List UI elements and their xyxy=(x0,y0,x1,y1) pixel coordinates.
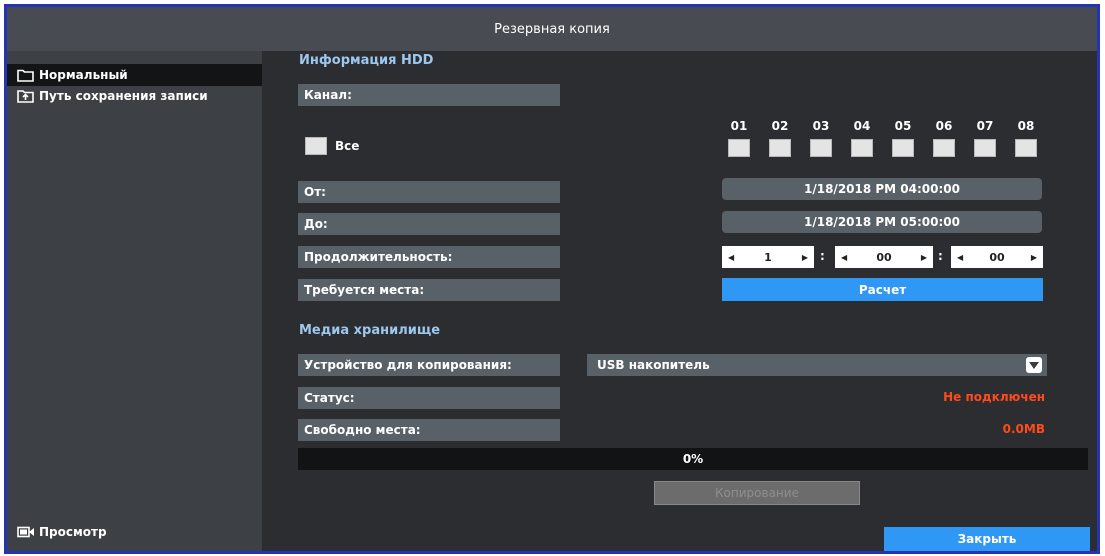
folder-icon xyxy=(17,68,35,82)
sidebar-item-normal[interactable]: Нормальный xyxy=(7,64,262,86)
export-folder-icon xyxy=(17,89,35,103)
to-datetime-field[interactable]: 1/18/2018 PM 05:00:00 xyxy=(722,211,1042,233)
to-label: До: xyxy=(298,213,560,235)
main-content: Информация HDD Канал: Все 01 02 03 04 05… xyxy=(262,51,1097,551)
time-separator: : xyxy=(820,249,825,263)
arrow-left-icon[interactable]: ◀ xyxy=(841,253,847,262)
channel-number: 04 xyxy=(853,119,871,133)
arrow-right-icon[interactable]: ▶ xyxy=(802,253,808,262)
channel-number: 07 xyxy=(976,119,994,133)
from-datetime-field[interactable]: 1/18/2018 PM 04:00:00 xyxy=(722,178,1042,200)
sidebar-item-preview[interactable]: Просмотр xyxy=(7,521,262,543)
channel-checkbox-04[interactable] xyxy=(851,139,873,157)
channel-number: 01 xyxy=(730,119,748,133)
channel-checkbox-07[interactable] xyxy=(974,139,996,157)
duration-minutes-stepper[interactable]: ◀ 00 ▶ xyxy=(835,246,933,268)
channel-checkbox-05[interactable] xyxy=(892,139,914,157)
arrow-left-icon[interactable]: ◀ xyxy=(957,253,963,262)
required-space-label: Требуется места: xyxy=(298,279,560,301)
duration-hours-stepper[interactable]: ◀ 1 ▶ xyxy=(722,246,814,268)
status-value: Не подключен xyxy=(943,390,1045,404)
sidebar-item-label: Путь сохранения записи xyxy=(39,89,208,103)
sidebar-item-label: Просмотр xyxy=(39,525,107,539)
video-camera-icon xyxy=(17,525,35,539)
arrow-left-icon[interactable]: ◀ xyxy=(728,253,734,262)
free-space-label: Свободно места: xyxy=(298,419,560,441)
copy-device-select[interactable]: USB накопитель xyxy=(587,354,1047,376)
sidebar-item-save-path[interactable]: Путь сохранения записи xyxy=(7,85,262,107)
arrow-right-icon[interactable]: ▶ xyxy=(921,253,927,262)
free-space-value: 0.0MB xyxy=(1002,422,1045,436)
channel-number: 06 xyxy=(935,119,953,133)
progress-text: 0% xyxy=(682,452,704,466)
channel-number: 03 xyxy=(812,119,830,133)
dialog-title: Резервная копия xyxy=(7,7,1097,52)
duration-label: Продолжительность: xyxy=(298,246,560,268)
all-channels-label: Все xyxy=(335,139,360,153)
media-section-title: Медиа хранилище xyxy=(299,323,441,338)
copy-device-label: Устройство для копирования: xyxy=(298,354,560,376)
channel-checkbox-06[interactable] xyxy=(933,139,955,157)
calculate-button[interactable]: Расчет xyxy=(722,278,1043,301)
duration-hours-value: 1 xyxy=(764,250,772,264)
hdd-section-title: Информация HDD xyxy=(299,53,434,68)
from-label: От: xyxy=(298,181,560,203)
time-separator: : xyxy=(938,249,943,263)
channel-number: 05 xyxy=(894,119,912,133)
all-channels-checkbox[interactable] xyxy=(305,137,327,155)
channel-checkbox-03[interactable] xyxy=(810,139,832,157)
channel-checkbox-08[interactable] xyxy=(1015,139,1037,157)
close-button[interactable]: Закрыть xyxy=(884,527,1090,551)
sidebar-item-label: Нормальный xyxy=(39,68,128,82)
channel-checkbox-01[interactable] xyxy=(728,139,750,157)
copy-progress-bar: 0% xyxy=(298,448,1088,470)
duration-seconds-stepper[interactable]: ◀ 00 ▶ xyxy=(951,246,1043,268)
copy-device-value: USB накопитель xyxy=(597,358,710,372)
chevron-down-icon[interactable] xyxy=(1026,357,1042,373)
duration-seconds-value: 00 xyxy=(989,250,1005,264)
copy-button[interactable]: Копирование xyxy=(654,481,860,505)
channel-label: Канал: xyxy=(298,84,560,106)
channel-number: 02 xyxy=(771,119,789,133)
arrow-right-icon[interactable]: ▶ xyxy=(1031,253,1037,262)
status-label: Статус: xyxy=(298,387,560,409)
sidebar: Нормальный Путь сохранения записи Просмо… xyxy=(7,51,262,551)
backup-dialog: Резервная копия Нормальный Путь сохранен… xyxy=(4,4,1100,554)
channel-checkbox-02[interactable] xyxy=(769,139,791,157)
channel-number: 08 xyxy=(1017,119,1035,133)
duration-minutes-value: 00 xyxy=(876,250,892,264)
